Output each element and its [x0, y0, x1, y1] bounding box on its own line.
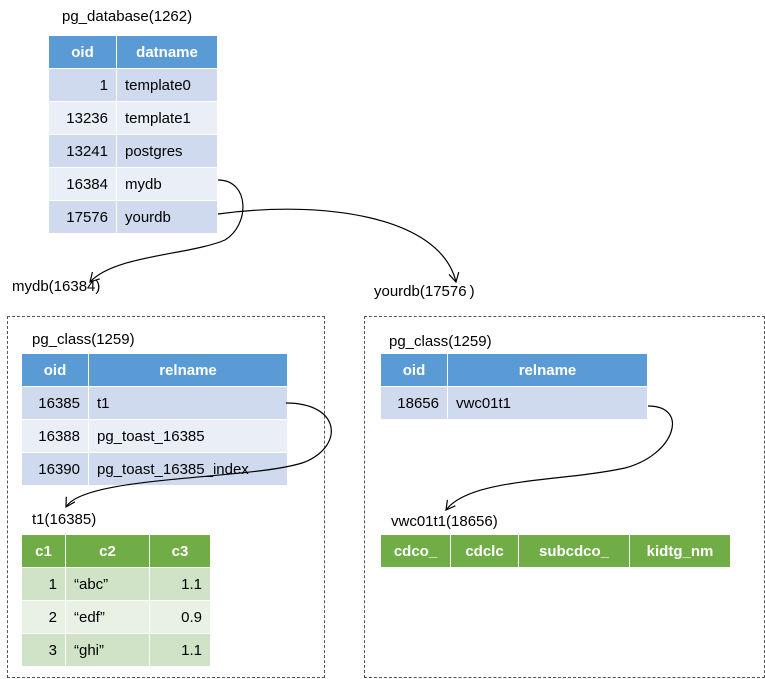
vwc01t1-link-arrow — [445, 405, 674, 511]
yourdb-link-arrow — [217, 208, 460, 284]
mydb-link-arrow — [89, 179, 244, 283]
connector-arrows — [65, 179, 674, 511]
t1-link-arrow — [65, 402, 332, 509]
